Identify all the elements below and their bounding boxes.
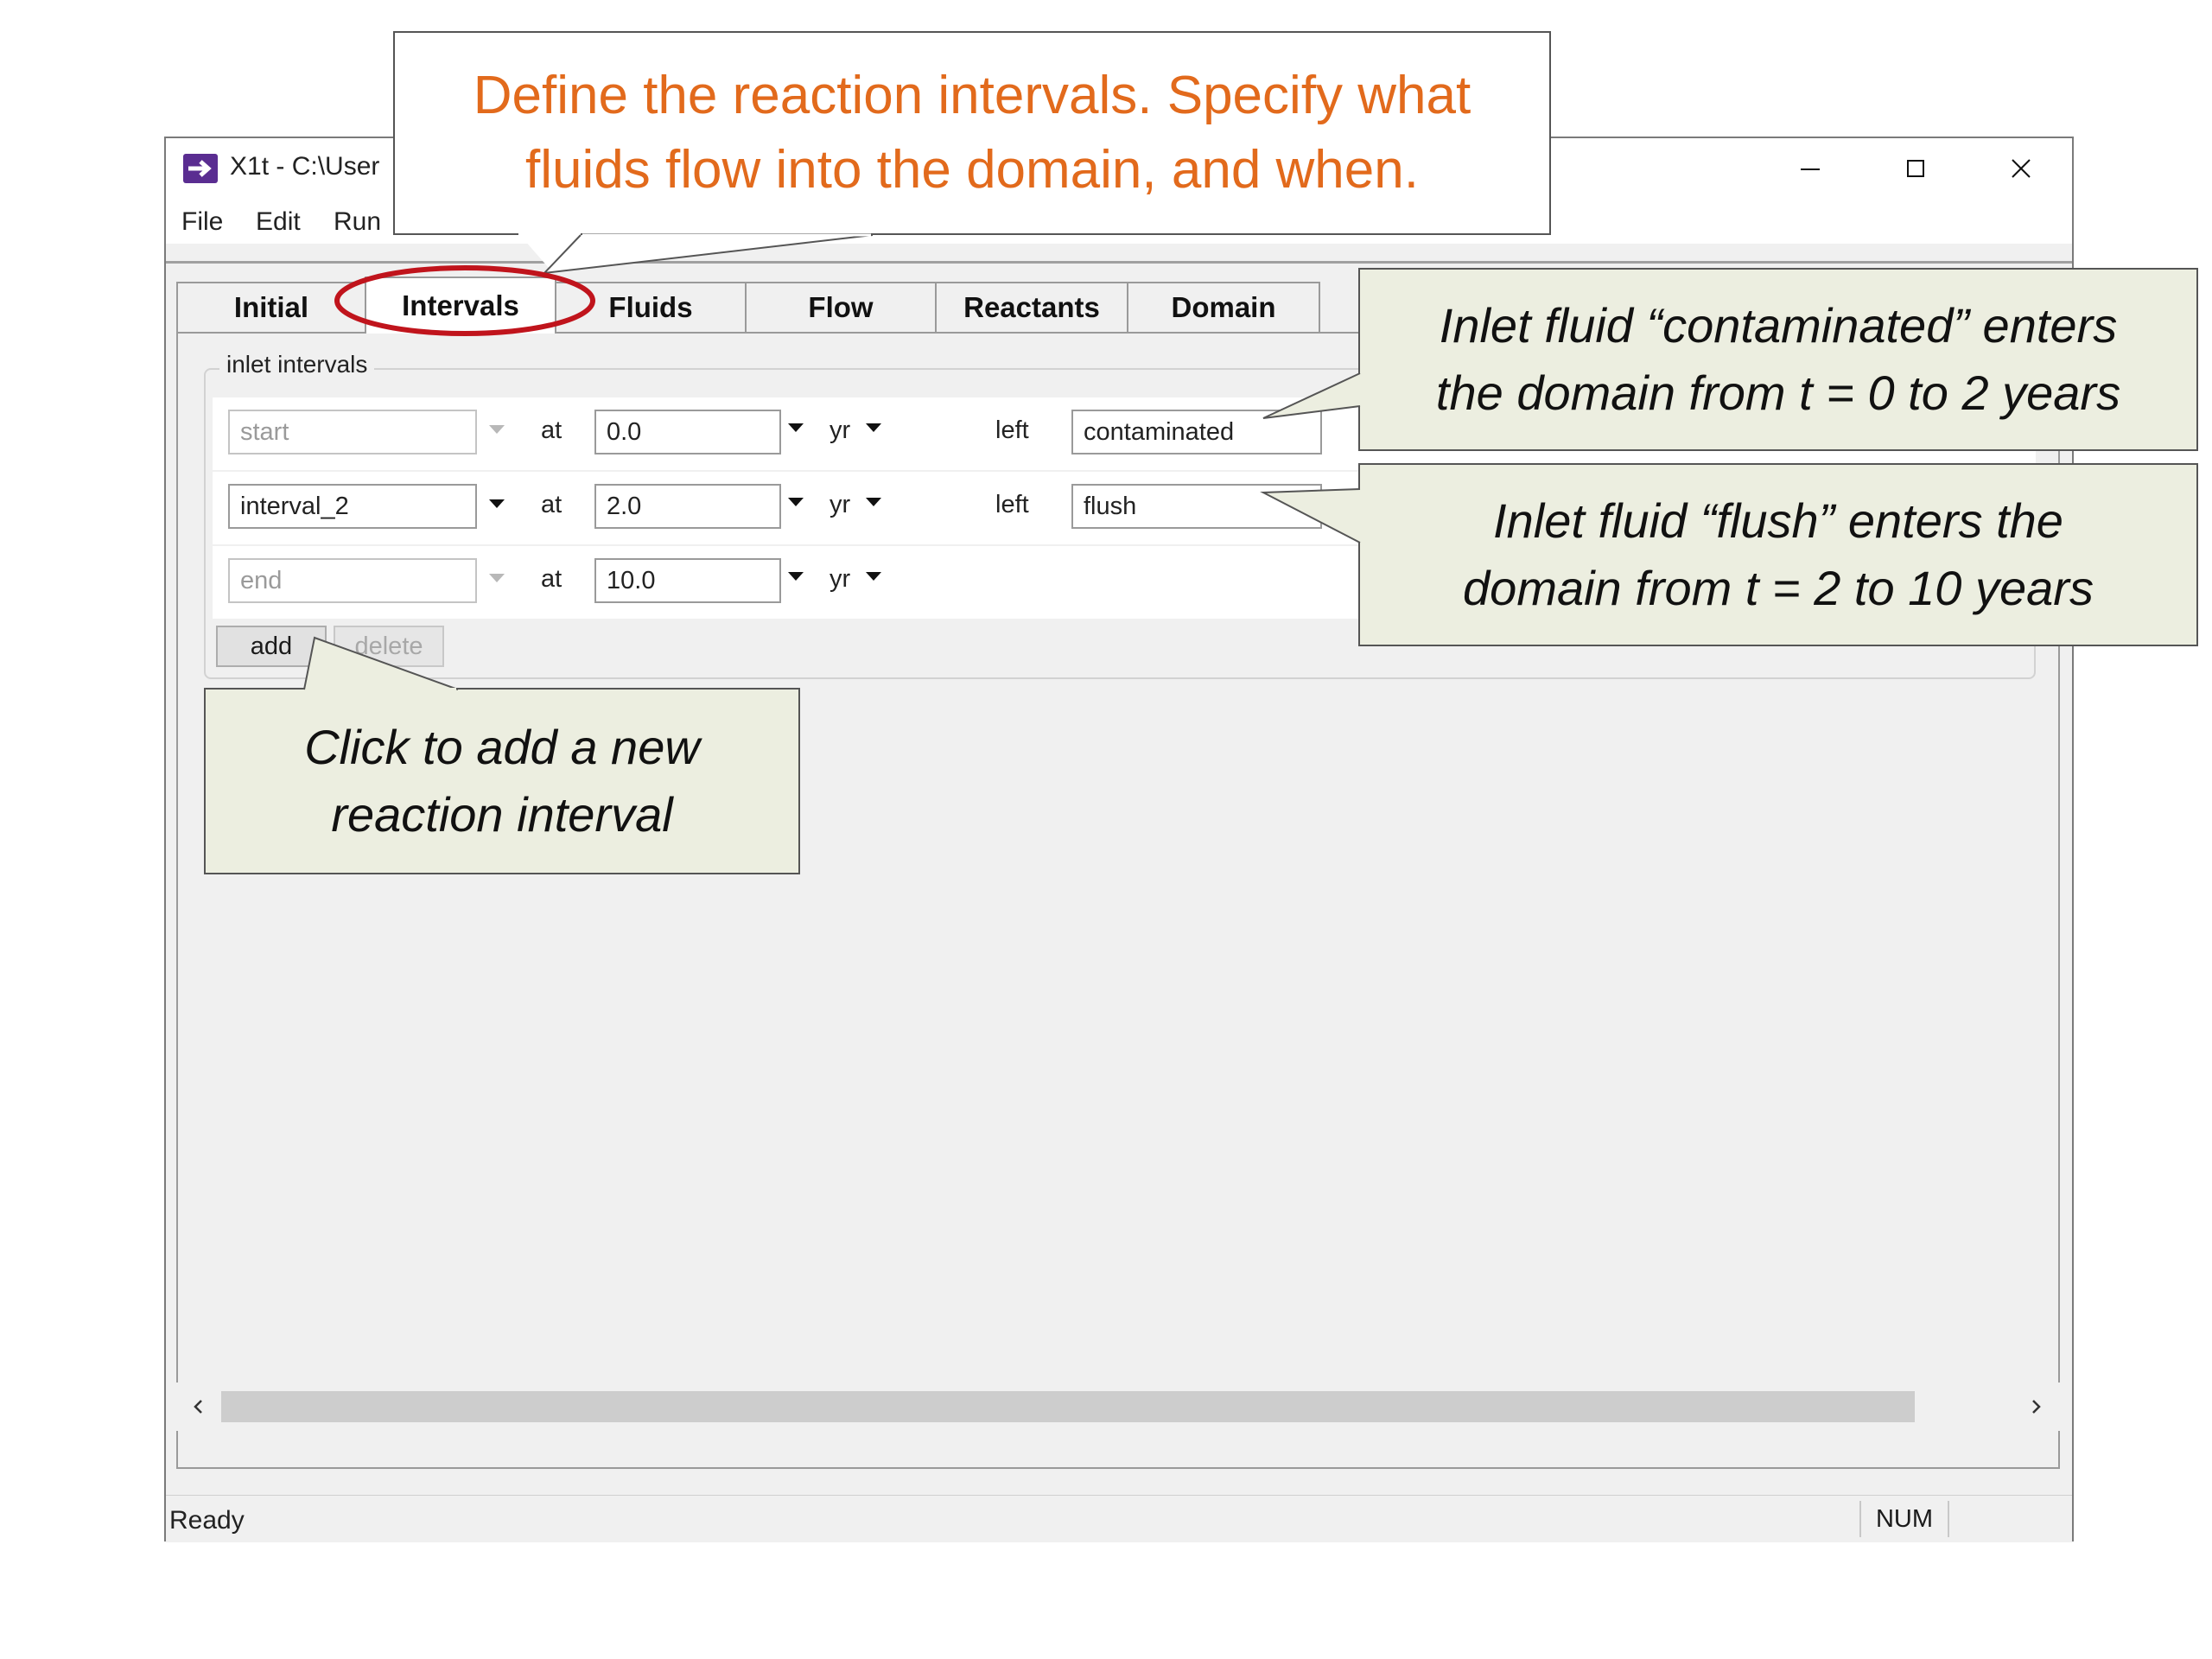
scrollbar-thumb[interactable] xyxy=(221,1391,1915,1422)
minimize-icon xyxy=(1801,168,1820,170)
callout-line: Click to add a new xyxy=(304,720,700,774)
at-label: at xyxy=(541,491,563,518)
tab-initial[interactable]: Initial xyxy=(176,282,366,332)
unit-selector[interactable]: yr xyxy=(830,491,850,519)
status-text: Ready xyxy=(169,1506,245,1535)
toolbar-separator xyxy=(166,244,2072,264)
callout-add-interval: Click to add a new reaction interval xyxy=(204,688,800,874)
close-icon xyxy=(2012,159,2031,178)
maximize-icon xyxy=(1907,160,1924,177)
scroll-right-icon[interactable] xyxy=(2018,1389,2053,1424)
unit-selector[interactable]: yr xyxy=(830,416,850,445)
chevron-down-icon[interactable] xyxy=(788,498,804,506)
interval-name-field[interactable]: start xyxy=(228,410,477,454)
app-logo-icon xyxy=(183,154,218,183)
chevron-down-icon[interactable] xyxy=(788,423,804,432)
tab-domain[interactable]: Domain xyxy=(1127,282,1320,332)
callout-line: Inlet fluid “contaminated” enters xyxy=(1439,298,2118,353)
add-interval-button[interactable]: add xyxy=(216,626,327,667)
chevron-down-icon[interactable] xyxy=(866,572,881,581)
chevron-down-icon[interactable] xyxy=(489,425,505,434)
status-bar: Ready NUM xyxy=(166,1495,2072,1542)
at-label: at xyxy=(541,416,563,444)
delete-interval-button[interactable]: delete xyxy=(334,626,444,667)
menu-file[interactable]: File xyxy=(181,207,223,237)
interval-time-field[interactable]: 10.0 xyxy=(594,558,781,603)
tab-flow[interactable]: Flow xyxy=(745,282,937,332)
at-label: at xyxy=(541,565,563,593)
callout-flush: Inlet fluid “flush” enters the domain fr… xyxy=(1358,463,2198,646)
chevron-down-icon[interactable] xyxy=(489,574,505,582)
tab-fluids[interactable]: Fluids xyxy=(555,282,747,332)
group-label: inlet intervals xyxy=(219,351,375,378)
chevron-down-icon[interactable] xyxy=(866,423,881,432)
callout-contaminated: Inlet fluid “contaminated” enters the do… xyxy=(1358,268,2198,451)
close-button[interactable] xyxy=(1974,145,2069,192)
interval-time-field[interactable]: 2.0 xyxy=(594,484,781,529)
menu-edit[interactable]: Edit xyxy=(256,207,301,237)
callout-define-intervals: Define the reaction intervals. Specify w… xyxy=(393,31,1551,235)
menu-run[interactable]: Run xyxy=(334,207,381,237)
side-label: left xyxy=(995,491,1029,518)
minimize-button[interactable] xyxy=(1763,145,1858,192)
horizontal-scrollbar[interactable] xyxy=(176,1382,2060,1431)
chevron-down-icon[interactable] xyxy=(489,499,505,508)
interval-name-field[interactable]: interval_2 xyxy=(228,484,477,529)
tab-reactants[interactable]: Reactants xyxy=(935,282,1128,332)
chevron-down-icon[interactable] xyxy=(788,572,804,581)
interval-name-field[interactable]: end xyxy=(228,558,477,603)
maximize-button[interactable] xyxy=(1868,145,1963,192)
inlet-fluid-field[interactable]: contaminated xyxy=(1071,410,1322,454)
num-lock-indicator: NUM xyxy=(1859,1501,1949,1537)
side-label: left xyxy=(995,416,1029,444)
window-title: X1t - C:\User xyxy=(230,152,380,181)
interval-time-field[interactable]: 0.0 xyxy=(594,410,781,454)
callout-line: reaction interval xyxy=(331,787,673,842)
inlet-fluid-field[interactable]: flush xyxy=(1071,484,1322,529)
scroll-left-icon[interactable] xyxy=(181,1389,216,1424)
tab-intervals[interactable]: Intervals xyxy=(365,276,556,334)
callout-line: fluids flow into the domain, and when. xyxy=(525,140,1419,200)
callout-line: Inlet fluid “flush” enters the xyxy=(1493,493,2063,548)
unit-selector[interactable]: yr xyxy=(830,565,850,594)
callout-line: the domain from t = 0 to 2 years xyxy=(1435,365,2121,420)
callout-line: Define the reaction intervals. Specify w… xyxy=(473,66,1471,125)
chevron-down-icon[interactable] xyxy=(866,498,881,506)
callout-line: domain from t = 2 to 10 years xyxy=(1463,561,2094,615)
